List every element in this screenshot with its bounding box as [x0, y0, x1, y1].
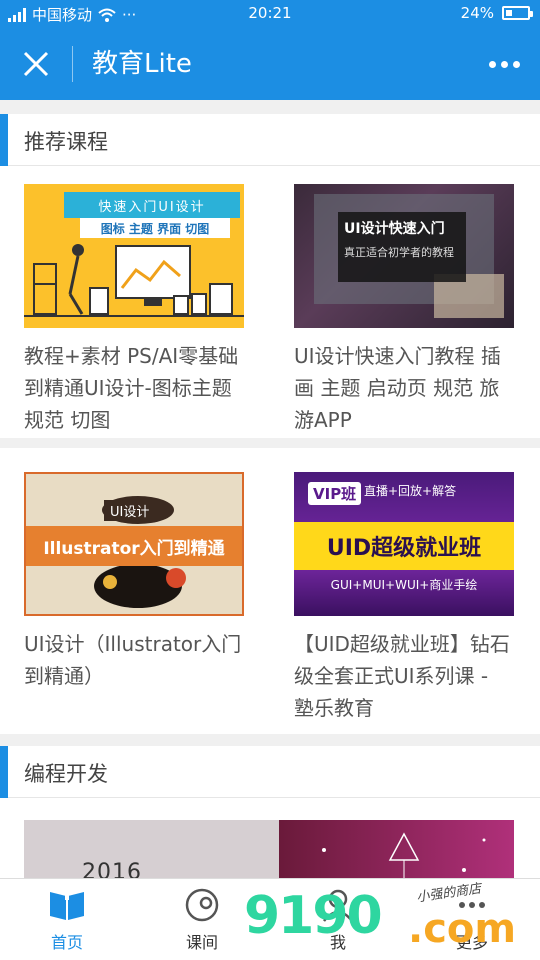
more-menu-button[interactable]: [484, 50, 524, 78]
course-card[interactable]: 2016: [24, 820, 514, 878]
thumb-subtitle: 真正适合初学者的教程: [344, 246, 454, 259]
course-row: 2016: [0, 798, 540, 878]
course-title: UI设计快速入门教程 插画 主题 启动页 规范 旅游APP: [294, 344, 501, 432]
more-dot: [500, 60, 508, 68]
thumb-subtitle: 直播+回放+解答: [364, 484, 457, 498]
bottom-tab-bar: 首页 课间 我 更多: [0, 878, 540, 960]
course-thumbnail: UI设计快速入门 真正适合初学者的教程: [294, 184, 514, 328]
vip-badge: VIP班: [308, 482, 362, 505]
section-header-programming: 编程开发: [0, 746, 540, 798]
tab-classtime[interactable]: 课间: [152, 885, 252, 955]
user-icon: [318, 885, 358, 925]
sparkle-decoration: [322, 832, 486, 878]
thumb-title: UID超级就业班: [294, 522, 514, 570]
nav-divider: [72, 46, 73, 82]
course-row: 快速入门UI设计 图标 主题 界面 切图 教程+素材 PS/AI零基础到精通UI…: [0, 166, 540, 438]
thumb-tag: UI设计: [104, 500, 156, 521]
clock-icon: [182, 885, 222, 925]
thumb-tagline: GUI+MUI+WUI+商业手绘: [330, 578, 478, 592]
course-title: 教程+素材 PS/AI零基础到精通UI设计-图标主题 规范 切图: [24, 344, 239, 432]
clock: 20:21: [248, 4, 292, 22]
section-title: 推荐课程: [24, 130, 108, 154]
tab-me[interactable]: 我: [288, 885, 388, 955]
course-card[interactable]: VIP班 直播+回放+解答 UID超级就业班 GUI+MUI+WUI+商业手绘 …: [294, 472, 514, 724]
course-thumbnail: VIP班 直播+回放+解答 UID超级就业班 GUI+MUI+WUI+商业手绘: [294, 472, 514, 616]
section-header-recommended: 推荐课程: [0, 114, 540, 166]
section-accent-bar: [0, 746, 8, 798]
course-thumbnail: UI设计 Illustrator入门到精通: [24, 472, 244, 616]
close-icon: [23, 51, 49, 77]
tab-label: 更多: [455, 933, 488, 952]
thumb-badge: UI设计快速入门 真正适合初学者的教程: [338, 212, 466, 282]
course-title: 【UID超级就业班】钻石级全套正式UI系列课 - 塾乐教育: [294, 632, 510, 720]
book-icon: [47, 885, 87, 925]
desk-illustration: [24, 244, 244, 317]
more-icon: [452, 885, 492, 925]
course-card[interactable]: UI设计快速入门 真正适合初学者的教程 UI设计快速入门教程 插画 主题 启动页…: [294, 184, 514, 436]
battery-percent: 24%: [460, 4, 494, 22]
course-card[interactable]: 快速入门UI设计 图标 主题 界面 切图 教程+素材 PS/AI零基础到精通UI…: [24, 184, 244, 436]
course-row: UI设计 Illustrator入门到精通 UI设计（Illustrator入门…: [0, 448, 540, 734]
page-title: 教育Lite: [92, 49, 192, 79]
more-dot: [512, 60, 520, 68]
tab-more[interactable]: 更多: [422, 885, 522, 955]
tab-label: 课间: [185, 933, 218, 952]
thumb-title: Illustrator入门到精通: [26, 526, 242, 566]
course-thumbnail: 2016: [24, 820, 514, 878]
nav-bar: 教育Lite: [0, 28, 540, 100]
course-title: UI设计（Illustrator入门到精通）: [24, 632, 242, 688]
course-card[interactable]: UI设计 Illustrator入门到精通 UI设计（Illustrator入门…: [24, 472, 244, 692]
section-title: 编程开发: [24, 762, 108, 786]
tab-label: 首页: [50, 933, 83, 952]
course-thumbnail: 快速入门UI设计 图标 主题 界面 切图: [24, 184, 244, 328]
close-button[interactable]: [14, 42, 58, 86]
tab-home[interactable]: 首页: [17, 885, 117, 955]
thumb-title: UI设计快速入门: [344, 221, 445, 237]
tab-label: 我: [329, 933, 346, 952]
status-bar: 中国移动 ··· 20:21 24%: [0, 0, 540, 28]
content-scroll[interactable]: 推荐课程 快速入门UI设计 图标 主题 界面 切图 教程+素材 PS/AI零基础…: [0, 100, 540, 878]
section-accent-bar: [0, 114, 8, 166]
more-dot: [488, 60, 496, 68]
battery-icon: [502, 6, 533, 20]
